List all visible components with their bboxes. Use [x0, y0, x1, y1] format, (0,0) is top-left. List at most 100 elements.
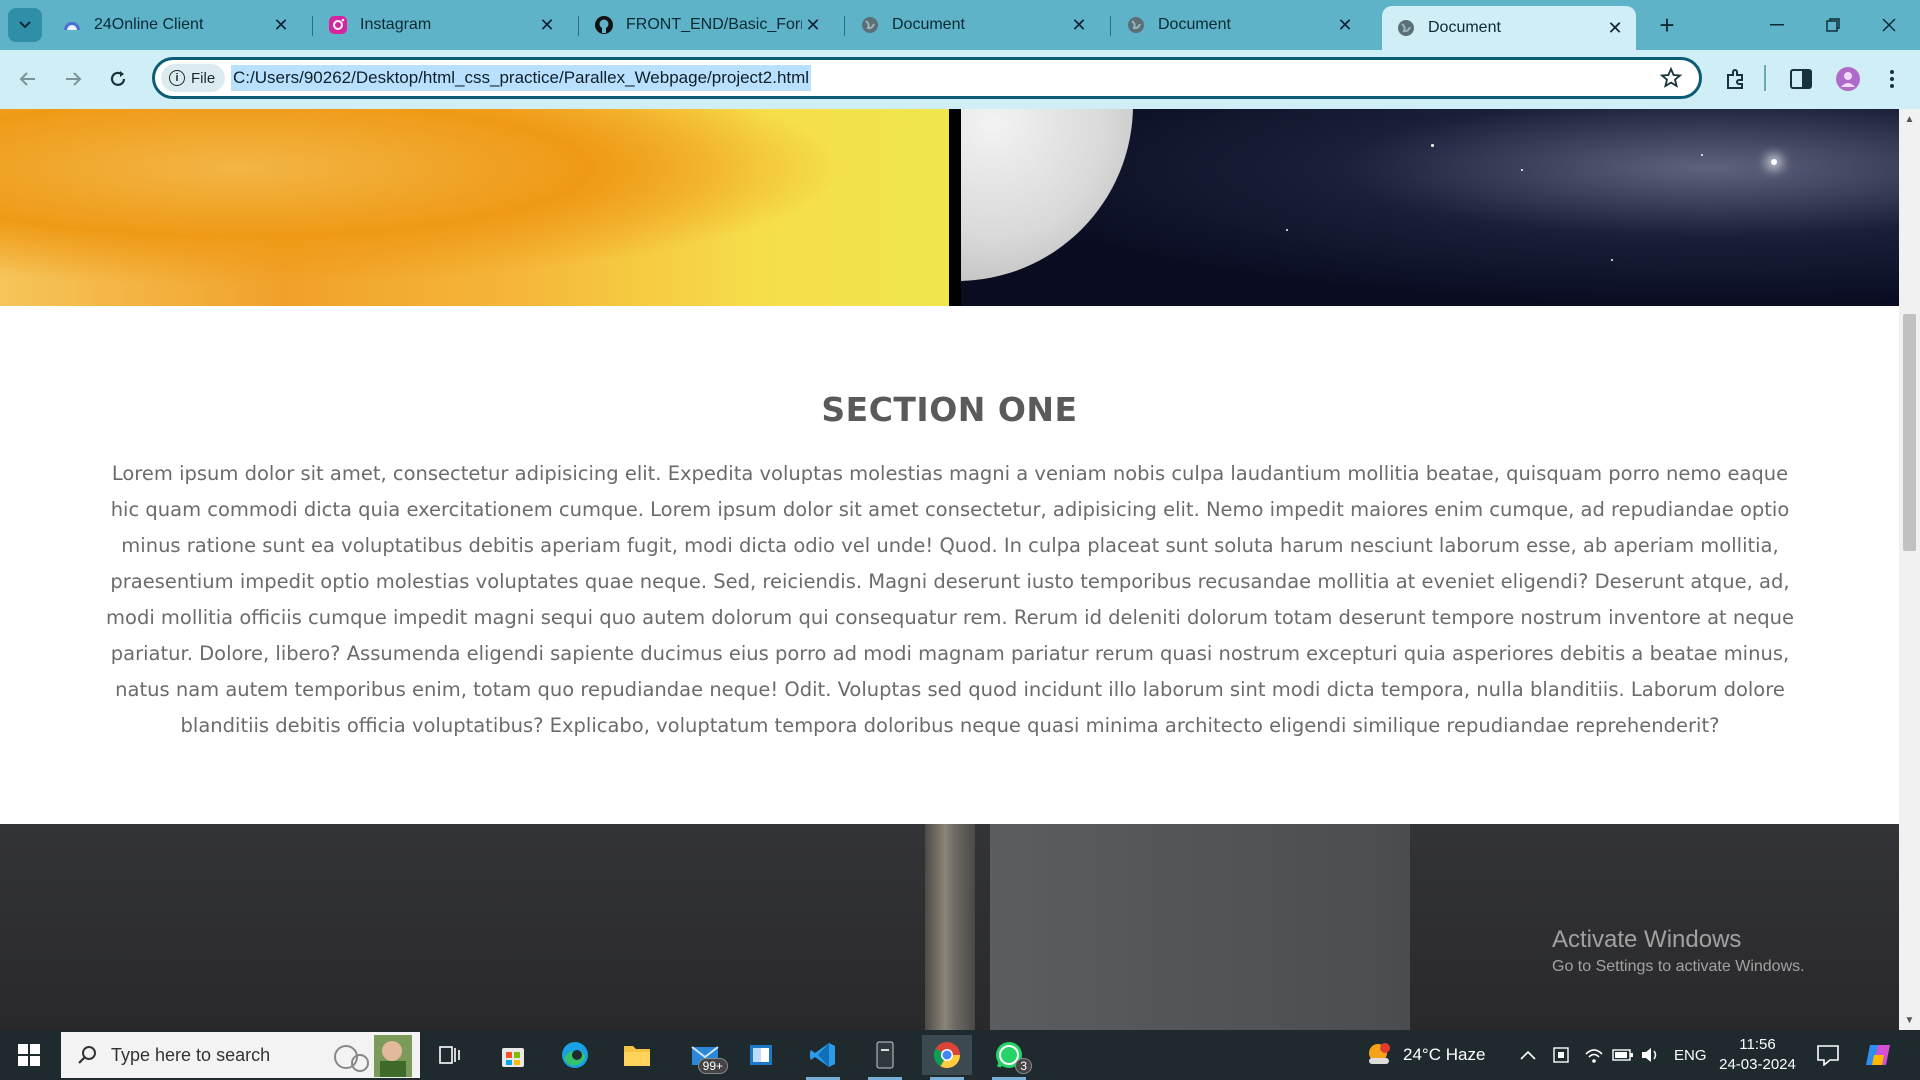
- tab-document-2[interactable]: Document ✕: [1112, 8, 1366, 42]
- weather-icon: [1369, 1043, 1390, 1064]
- back-button[interactable]: [10, 61, 46, 97]
- whatsapp-icon[interactable]: 3: [984, 1035, 1034, 1080]
- globe-icon: [860, 15, 880, 35]
- star-dot: [1701, 154, 1703, 156]
- section-one: SECTION ONE Lorem ipsum dolor sit amet, …: [0, 306, 1899, 824]
- sun-image: [0, 109, 949, 306]
- weather-text: 24°C Haze: [1403, 1045, 1486, 1064]
- bookmark-star-icon[interactable]: [1659, 66, 1683, 90]
- watermark-line-2: Go to Settings to activate Windows.: [1552, 958, 1805, 975]
- github-icon: [594, 15, 614, 35]
- url-text[interactable]: C:/Users/90262/Desktop/html_css_practice…: [231, 65, 812, 91]
- vertical-scrollbar[interactable]: ▲ ▼: [1899, 109, 1920, 1030]
- vscode-icon[interactable]: [798, 1035, 848, 1080]
- tab-document-1[interactable]: Document ✕: [846, 8, 1100, 42]
- tab-separator: [844, 16, 845, 36]
- toolbar-divider: [1764, 65, 1766, 91]
- meet-now-icon[interactable]: [1552, 1030, 1570, 1080]
- close-window-icon[interactable]: [1866, 8, 1912, 42]
- tab-bar: 24Online Client ✕ Instagram ✕ FRONT_END/…: [0, 0, 1920, 50]
- task-view-icon[interactable]: [425, 1035, 475, 1075]
- parallax-hero-images: [0, 109, 1899, 306]
- search-placeholder: Type here to search: [111, 1044, 271, 1065]
- new-tab-button[interactable]: +: [1652, 10, 1682, 40]
- side-panel-icon[interactable]: [1785, 63, 1817, 95]
- taskbar-search-box[interactable]: Type here to search: [61, 1032, 420, 1078]
- sticky-app-icon[interactable]: [736, 1035, 786, 1075]
- close-icon[interactable]: ✕: [270, 14, 292, 36]
- tab-search-button[interactable]: [8, 8, 42, 42]
- edge-icon[interactable]: [550, 1035, 600, 1075]
- notifications-icon[interactable]: [1816, 1030, 1840, 1080]
- windows-taskbar: Type here to search 99+ 3 24°C Haze ENG …: [0, 1030, 1920, 1080]
- file-explorer-icon[interactable]: [612, 1035, 662, 1075]
- moon-image: [961, 109, 1899, 306]
- extensions-icon[interactable]: [1720, 63, 1752, 95]
- show-hidden-icons[interactable]: [1520, 1030, 1536, 1080]
- whatsapp-unread-badge: 3: [1015, 1058, 1032, 1074]
- arrow-right-icon: [66, 72, 82, 86]
- chevron-down-icon: [19, 21, 31, 29]
- road-lane: [990, 824, 1410, 1030]
- search-highlight-illustration-icon: [334, 1035, 412, 1077]
- instagram-icon: [328, 15, 348, 35]
- mail-icon[interactable]: 99+: [680, 1035, 730, 1075]
- profile-avatar[interactable]: [1832, 63, 1864, 95]
- activate-windows-watermark: Activate Windows Go to Settings to activ…: [1552, 926, 1805, 976]
- minimize-icon[interactable]: [1754, 8, 1800, 42]
- tab-separator: [578, 16, 579, 36]
- tab-title: 24Online Client: [94, 16, 204, 33]
- input-language[interactable]: ENG: [1674, 1030, 1707, 1080]
- star-dot: [1431, 144, 1434, 147]
- star-dot: [1286, 229, 1288, 231]
- site-info-chip[interactable]: i File: [161, 64, 226, 92]
- mail-unread-badge: 99+: [697, 1058, 728, 1074]
- scroll-down-arrow-icon[interactable]: ▼: [1899, 1010, 1920, 1030]
- section-paragraph: Lorem ipsum dolor sit amet, consectetur …: [106, 462, 1794, 737]
- scroll-up-arrow-icon[interactable]: ▲: [1899, 109, 1920, 129]
- calculator-icon[interactable]: [860, 1035, 910, 1080]
- chevron-up-icon: [1520, 1050, 1536, 1060]
- globe-icon: [1396, 18, 1416, 38]
- chrome-icon[interactable]: [922, 1035, 972, 1080]
- start-button[interactable]: [0, 1030, 58, 1080]
- globe-icon: [1126, 15, 1146, 35]
- star-dot: [1771, 159, 1777, 165]
- address-bar[interactable]: i File C:/Users/90262/Desktop/html_css_p…: [152, 57, 1702, 99]
- tab-title: Document: [892, 16, 965, 33]
- volume-icon[interactable]: [1640, 1030, 1660, 1080]
- microsoft-store-icon[interactable]: [488, 1035, 538, 1075]
- forward-button[interactable]: [55, 61, 91, 97]
- tab-title: Document: [1428, 19, 1501, 36]
- cloud-icon: [62, 15, 82, 35]
- arrow-left-icon: [19, 72, 35, 86]
- reload-icon: [110, 71, 126, 86]
- star-dot: [1521, 169, 1523, 171]
- close-icon[interactable]: ✕: [1604, 17, 1626, 39]
- copilot-icon[interactable]: [1864, 1030, 1892, 1080]
- close-icon[interactable]: ✕: [802, 14, 824, 36]
- clock-date: 24-03-2024: [1719, 1056, 1796, 1073]
- tab-separator: [1110, 16, 1111, 36]
- close-icon[interactable]: ✕: [1334, 14, 1356, 36]
- weather-widget[interactable]: 24°C Haze: [1365, 1030, 1485, 1080]
- battery-icon[interactable]: [1612, 1030, 1634, 1080]
- system-clock[interactable]: 11:56 24-03-2024: [1710, 1035, 1805, 1075]
- tab-24online[interactable]: 24Online Client ✕: [48, 8, 302, 42]
- tab-title: FRONT_END/Basic_Form/: [626, 16, 802, 33]
- tab-github[interactable]: FRONT_END/Basic_Form/ ✕: [580, 8, 834, 42]
- page-viewport: SECTION ONE Lorem ipsum dolor sit amet, …: [0, 109, 1920, 1030]
- menu-kebab-icon[interactable]: [1876, 63, 1908, 95]
- tab-instagram[interactable]: Instagram ✕: [314, 8, 568, 42]
- road-center-line: [925, 824, 975, 1030]
- close-icon[interactable]: ✕: [536, 14, 558, 36]
- tab-title: Instagram: [360, 16, 432, 33]
- close-icon[interactable]: ✕: [1068, 14, 1090, 36]
- tab-document-active[interactable]: Document ✕: [1382, 6, 1636, 50]
- scroll-thumb[interactable]: [1903, 314, 1916, 551]
- reload-button[interactable]: [100, 61, 136, 97]
- restore-icon[interactable]: [1810, 8, 1856, 42]
- clock-time: 11:56: [1739, 1036, 1776, 1053]
- windows-logo-icon: [18, 1044, 40, 1066]
- wifi-icon[interactable]: [1584, 1030, 1604, 1080]
